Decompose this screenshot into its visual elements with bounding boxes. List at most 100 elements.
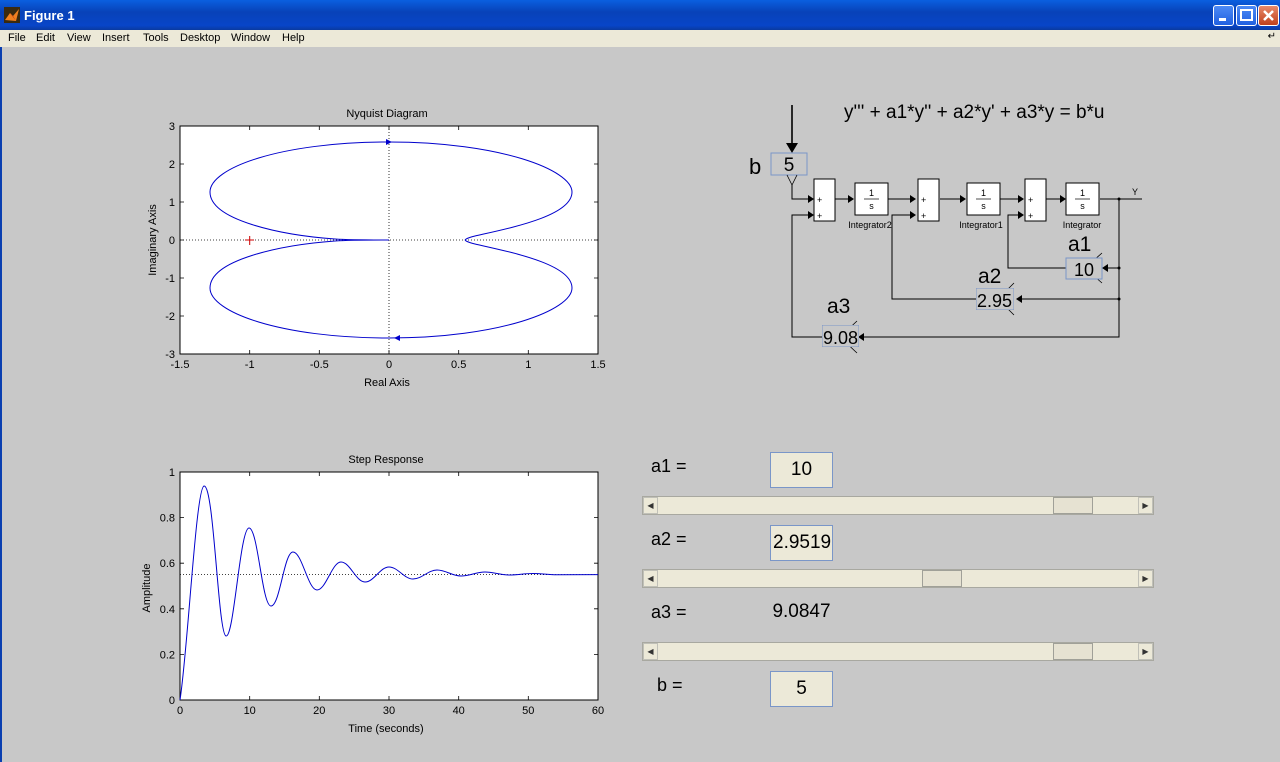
a1-edit-field[interactable]: 10 (770, 452, 833, 488)
a3-value-text: 9.0847 (772, 601, 831, 622)
menu-bar: File Edit View Insert Tools Desktop Wind… (0, 30, 1280, 47)
a1-label: a1 = (651, 456, 687, 476)
nyquist-xtick: 0.5 (451, 359, 466, 371)
step-ytick: 1 (169, 467, 175, 479)
sum-plus-sign: + (921, 195, 926, 205)
menu-help[interactable]: Help (282, 32, 305, 44)
nyquist-ytick: -1 (165, 273, 175, 285)
b-edit-field[interactable]: 5 (770, 671, 833, 707)
integrator-denominator: s (1080, 201, 1085, 211)
gain-a2-clip: 2.95 (976, 288, 1014, 311)
slider-left-arrow-icon[interactable]: ◀ (643, 497, 658, 514)
nyquist-xtick: 0 (386, 359, 392, 371)
integrator1-label: Integrator1 (959, 220, 1003, 230)
nyquist-ylabel: Imaginary Axis (147, 204, 159, 276)
menu-insert[interactable]: Insert (102, 32, 130, 44)
integrator-numerator: 1 (981, 188, 986, 198)
gain-b-triangle-icon (786, 174, 798, 186)
sum-plus-sign: + (921, 211, 926, 221)
nyquist-xticks: -1.5 -1 -0.5 0 0.5 1 1.5 (171, 359, 606, 371)
step-xtick: 30 (383, 705, 395, 717)
minimize-icon (1219, 18, 1226, 21)
menu-edit[interactable]: Edit (36, 32, 55, 44)
step-xlabel: Time (seconds) (348, 723, 423, 735)
output-label: Y (1132, 187, 1138, 197)
nyquist-yticks: 3 2 1 0 -1 -2 -3 (165, 121, 175, 361)
gain-a1-value: 10 (1074, 260, 1094, 280)
gain-a3-clip: 9.08 (822, 325, 859, 348)
window-titlebar[interactable]: Figure 1 (0, 0, 1280, 30)
integrator-block: 1 s Integrator (1063, 182, 1102, 230)
nyquist-ytick: 3 (169, 121, 175, 133)
integrator-denominator: s (981, 201, 986, 211)
step-xticks: 0 10 20 30 40 50 60 (177, 705, 604, 717)
slider-left-arrow-icon[interactable]: ◀ (643, 570, 658, 587)
gain-a2-symbol: a2 (978, 265, 1001, 288)
nyquist-xlabel: Real Axis (364, 377, 410, 389)
window-border (0, 47, 2, 762)
gain-a2-value: 2.95 (977, 291, 1012, 311)
nyquist-xtick: 1.5 (590, 359, 605, 371)
slider-right-arrow-icon[interactable]: ▶ (1138, 570, 1153, 587)
a3-slider-thumb[interactable] (1053, 643, 1094, 660)
window-title: Figure 1 (24, 8, 75, 23)
menu-desktop[interactable]: Desktop (180, 32, 220, 44)
integrator-label: Integrator (1063, 220, 1102, 230)
block-diagram: y''' + a1*y'' + a2*y' + a3*y = b*u b 5 +… (749, 102, 1142, 354)
a1-slider-thumb[interactable] (1053, 497, 1094, 514)
integrator-numerator: 1 (869, 188, 874, 198)
nyquist-title: Nyquist Diagram (346, 108, 427, 120)
nyquist-ytick: 2 (169, 159, 175, 171)
step-xtick: 0 (177, 705, 183, 717)
integrator2-block: 1 s Integrator2 (848, 182, 892, 230)
input-arrow-icon (786, 143, 798, 153)
a1-slider[interactable]: ◀ ▶ (642, 496, 1154, 515)
step-response-plot[interactable]: Step Response 0 10 20 30 40 50 60 1 0.8 … (130, 448, 620, 748)
slider-right-arrow-icon[interactable]: ▶ (1138, 643, 1153, 660)
gain-a3-value: 9.08 (823, 328, 858, 348)
step-ytick: 0.6 (160, 558, 175, 570)
step-xtick: 50 (522, 705, 534, 717)
a3-slider[interactable]: ◀ ▶ (642, 642, 1154, 661)
step-xtick: 20 (313, 705, 325, 717)
nyquist-ytick: 1 (169, 197, 175, 209)
close-button[interactable] (1258, 5, 1279, 26)
slider-left-arrow-icon[interactable]: ◀ (643, 643, 658, 660)
menubar-dock-arrow-icon[interactable]: ↵ (1268, 31, 1276, 42)
integrator2-label: Integrator2 (848, 220, 892, 230)
nyquist-ytick: 0 (169, 235, 175, 247)
equation-text: y''' + a1*y'' + a2*y' + a3*y = b*u (844, 102, 1105, 123)
integrator1-block: 1 s Integrator1 (959, 182, 1003, 230)
step-ytick: 0.8 (160, 513, 175, 525)
step-ytick: 0.4 (160, 604, 175, 616)
menu-file[interactable]: File (8, 32, 26, 44)
maximize-button[interactable] (1236, 5, 1257, 26)
menu-tools[interactable]: Tools (143, 32, 169, 44)
sum-plus-sign: + (817, 195, 822, 205)
matlab-icon (4, 7, 20, 23)
step-ytick: 0 (169, 695, 175, 707)
step-axes (179, 471, 599, 701)
sum-plus-sign: + (1028, 211, 1033, 221)
a2-slider-thumb[interactable] (921, 570, 962, 587)
sum-plus-sign: + (817, 211, 822, 221)
step-xtick: 10 (244, 705, 256, 717)
a2-slider[interactable]: ◀ ▶ (642, 569, 1154, 588)
gain-b-value: 5 (784, 155, 795, 176)
minimize-button[interactable] (1213, 5, 1234, 26)
a3-label: a3 = (651, 602, 687, 622)
gain-a1-symbol: a1 (1068, 233, 1091, 256)
nyquist-xtick: -1 (245, 359, 255, 371)
step-xtick: 60 (592, 705, 604, 717)
gain-b-symbol: b (749, 154, 761, 179)
slider-right-arrow-icon[interactable]: ▶ (1138, 497, 1153, 514)
nyquist-xtick: 1 (525, 359, 531, 371)
step-yticks: 1 0.8 0.6 0.4 0.2 0 (160, 467, 175, 707)
b-label: b = (657, 675, 683, 695)
menu-view[interactable]: View (67, 32, 91, 44)
gain-a3-symbol: a3 (827, 295, 850, 318)
nyquist-plot[interactable]: Nyquist Diagram -1.5 -1 -0.5 0 0.5 1 1.5… (130, 100, 620, 400)
nyquist-xtick: -0.5 (310, 359, 329, 371)
menu-window[interactable]: Window (231, 32, 270, 44)
a2-edit-field[interactable]: 2.9519 (770, 525, 833, 561)
